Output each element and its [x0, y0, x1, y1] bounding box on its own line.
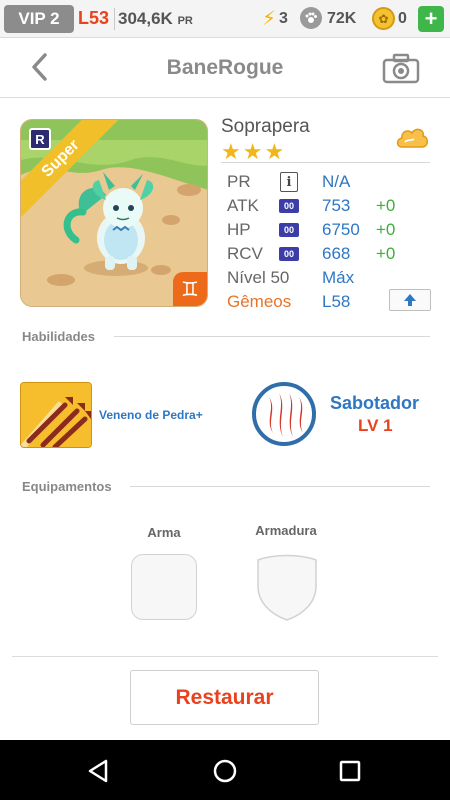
navigation-bar — [0, 740, 450, 800]
nav-back-icon[interactable] — [86, 758, 112, 784]
info-icon[interactable]: i — [280, 172, 298, 192]
paw-icon — [300, 7, 322, 29]
coin-icon: ✿ — [372, 7, 395, 30]
rcv-bonus: +0 — [376, 244, 396, 263]
player-power: 304,6K PR — [118, 9, 193, 29]
add-coins-button[interactable]: + — [418, 6, 444, 32]
rcv-value: 668 — [322, 244, 351, 263]
skill-name[interactable]: Veneno de Pedra+ — [99, 408, 203, 422]
arrow-up-icon — [404, 294, 416, 306]
divider — [114, 336, 430, 337]
shield-icon — [257, 554, 317, 621]
cloud-element-icon — [394, 123, 430, 153]
trait-name[interactable]: Sabotador — [330, 393, 419, 414]
divider — [130, 486, 430, 487]
atk-bonus: +0 — [376, 196, 396, 215]
pet-portrait[interactable]: R Super ♊ — [20, 119, 208, 307]
hp-label: HP — [227, 220, 251, 239]
status-bar: VIP 2 L53 304,6K PR ⚡ 3 72K ✿ 0 + — [0, 0, 450, 38]
lightning-icon: ⚡ — [262, 8, 277, 30]
nav-recents-icon[interactable] — [337, 758, 363, 784]
twins-label: Gêmeos — [227, 292, 292, 311]
power-value: 304,6K — [118, 9, 173, 28]
camera-icon — [382, 53, 420, 84]
level-label: Nível 50 — [227, 268, 290, 287]
pet-name: Soprapera — [221, 116, 310, 137]
weapon-label: Arma — [147, 525, 181, 540]
skill-icon[interactable] — [20, 382, 92, 448]
trait-level: LV 1 — [358, 416, 393, 435]
energy-count: 3 — [279, 10, 288, 27]
player-level: L53 — [78, 8, 110, 28]
skills-section-title: Habilidades — [22, 329, 95, 344]
vip-badge[interactable]: VIP 2 — [4, 5, 74, 33]
upgrade-button[interactable] — [389, 289, 431, 311]
atk-value: 753 — [322, 196, 351, 215]
hp-value: 6750 — [322, 220, 360, 239]
power-unit: PR — [177, 15, 193, 27]
divider — [114, 8, 115, 30]
claw-icon[interactable] — [251, 381, 317, 447]
weapon-slot[interactable] — [131, 554, 197, 620]
armor-label: Armadura — [255, 523, 317, 538]
armor-slot[interactable] — [254, 552, 320, 622]
level-value: Máx — [322, 268, 355, 287]
divider — [12, 656, 438, 657]
rank-badge: R — [29, 128, 51, 150]
food-count: 72K — [327, 10, 357, 27]
rcv-label: RCV — [227, 244, 263, 263]
gemini-element-icon: ♊ — [173, 272, 207, 306]
coin-count: 0 — [398, 10, 407, 27]
pr-label: PR — [227, 172, 251, 191]
twins-value: L58 — [322, 292, 351, 311]
header: BaneRogue — [0, 38, 450, 98]
pr-value: N/A — [322, 172, 351, 191]
nav-home-icon[interactable] — [212, 758, 238, 784]
divider — [221, 162, 430, 163]
potential-icon: 00 — [279, 199, 299, 213]
atk-label: ATK — [227, 196, 259, 215]
potential-icon: 00 — [279, 247, 299, 261]
hp-bonus: +0 — [376, 220, 396, 239]
potential-icon: 00 — [279, 223, 299, 237]
camera-button[interactable] — [382, 53, 420, 85]
equipment-section-title: Equipamentos — [22, 479, 112, 494]
restore-button[interactable]: Restaurar — [130, 670, 319, 725]
